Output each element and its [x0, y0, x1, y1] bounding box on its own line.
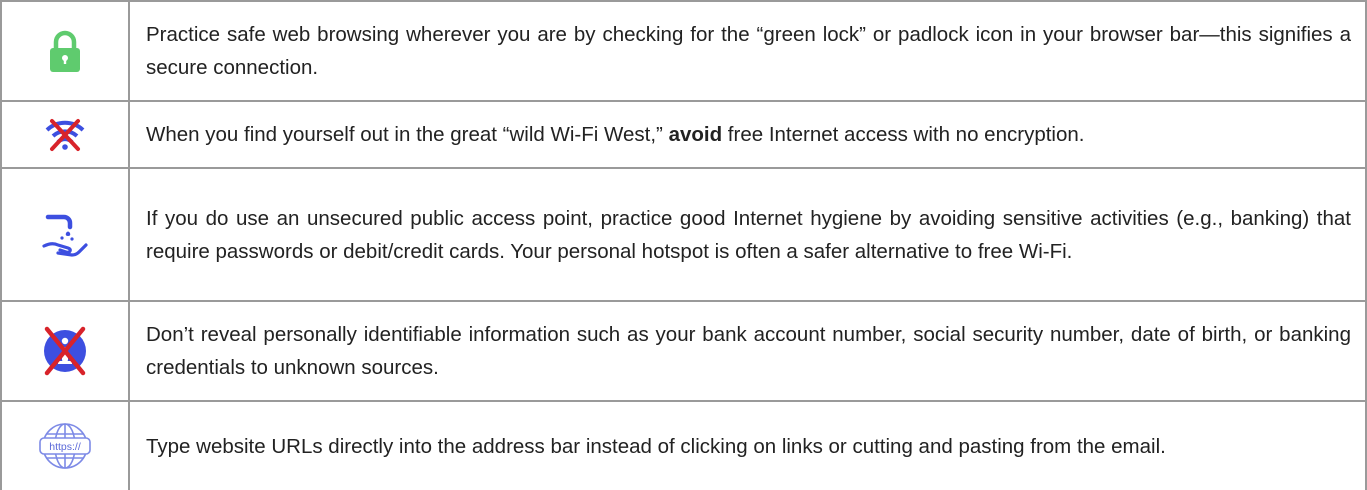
hand-washing-icon — [42, 212, 88, 258]
tip-text: Type website URLs directly into the addr… — [146, 434, 1166, 458]
text-cell: Practice safe web browsing wherever you … — [130, 2, 1367, 100]
table-row: https:// Type website URLs directly into… — [0, 400, 1367, 490]
table-row: If you do use an unsecured public access… — [0, 167, 1367, 300]
icon-cell — [0, 102, 130, 167]
table-row: Don’t reveal personally identifiable inf… — [0, 300, 1367, 400]
text-cell: If you do use an unsecured public access… — [130, 169, 1367, 300]
text-cell: Type website URLs directly into the addr… — [130, 402, 1367, 490]
tip-text: Don’t reveal personally identifiable inf… — [146, 323, 1351, 379]
tip-text: When you find yourself out in the great … — [146, 118, 1084, 151]
icon-cell — [0, 302, 130, 400]
text-cell: Don’t reveal personally identifiable inf… — [130, 302, 1367, 400]
icon-cell — [0, 169, 130, 300]
icon-cell: https:// — [0, 402, 130, 490]
crossed-out-info-icon — [42, 325, 88, 377]
tips-table: Practice safe web browsing wherever you … — [0, 0, 1367, 490]
crossed-out-wifi-icon — [45, 118, 85, 152]
tip-text-part: free Internet access with no encryption. — [722, 123, 1085, 146]
tip-text: Practice safe web browsing wherever you … — [146, 23, 1351, 79]
tip-text-emphasis: avoid — [668, 123, 723, 146]
https-label: https:// — [49, 441, 81, 453]
tip-text: If you do use an unsecured public access… — [146, 206, 1351, 263]
text-cell: When you find yourself out in the great … — [130, 102, 1367, 167]
table-row: Practice safe web browsing wherever you … — [0, 0, 1367, 100]
icon-cell — [0, 2, 130, 100]
padlock-icon — [48, 29, 82, 73]
https-globe-icon: https:// — [37, 421, 93, 471]
tip-text-part: When you find yourself out in the great … — [146, 123, 669, 146]
table-row: When you find yourself out in the great … — [0, 100, 1367, 167]
